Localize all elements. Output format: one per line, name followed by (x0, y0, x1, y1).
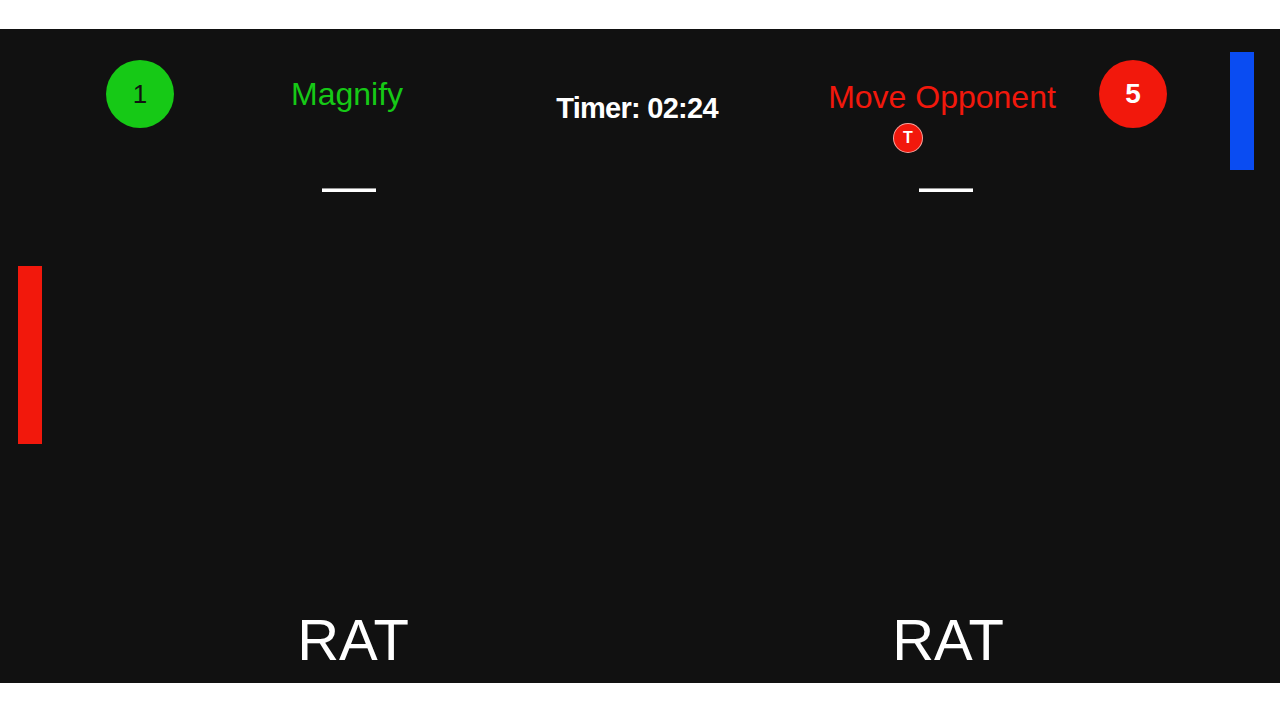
answer-blank: — (846, 158, 1046, 212)
timer: Timer: 02:24 (467, 90, 807, 126)
power-token-letter: T (903, 130, 913, 146)
paddle[interactable] (18, 266, 42, 444)
power-token: T (893, 123, 923, 153)
power-label: Magnify (222, 74, 472, 114)
word: RAT (828, 611, 1068, 669)
bottom-margin (0, 683, 1280, 720)
score: 1 (133, 81, 147, 107)
paddle[interactable] (1230, 52, 1254, 170)
word: RAT (233, 611, 473, 669)
score: 5 (1125, 80, 1141, 108)
score-badge: 5 (1099, 60, 1167, 128)
game-arena: Timer: 02:24 1 Magnify — RAT 5 Move Opponent — R… (0, 29, 1280, 683)
top-margin (0, 0, 1280, 29)
power-label: Move Opponent (787, 77, 1097, 117)
score-badge: 1 (106, 60, 174, 128)
answer-blank: — (249, 158, 449, 212)
